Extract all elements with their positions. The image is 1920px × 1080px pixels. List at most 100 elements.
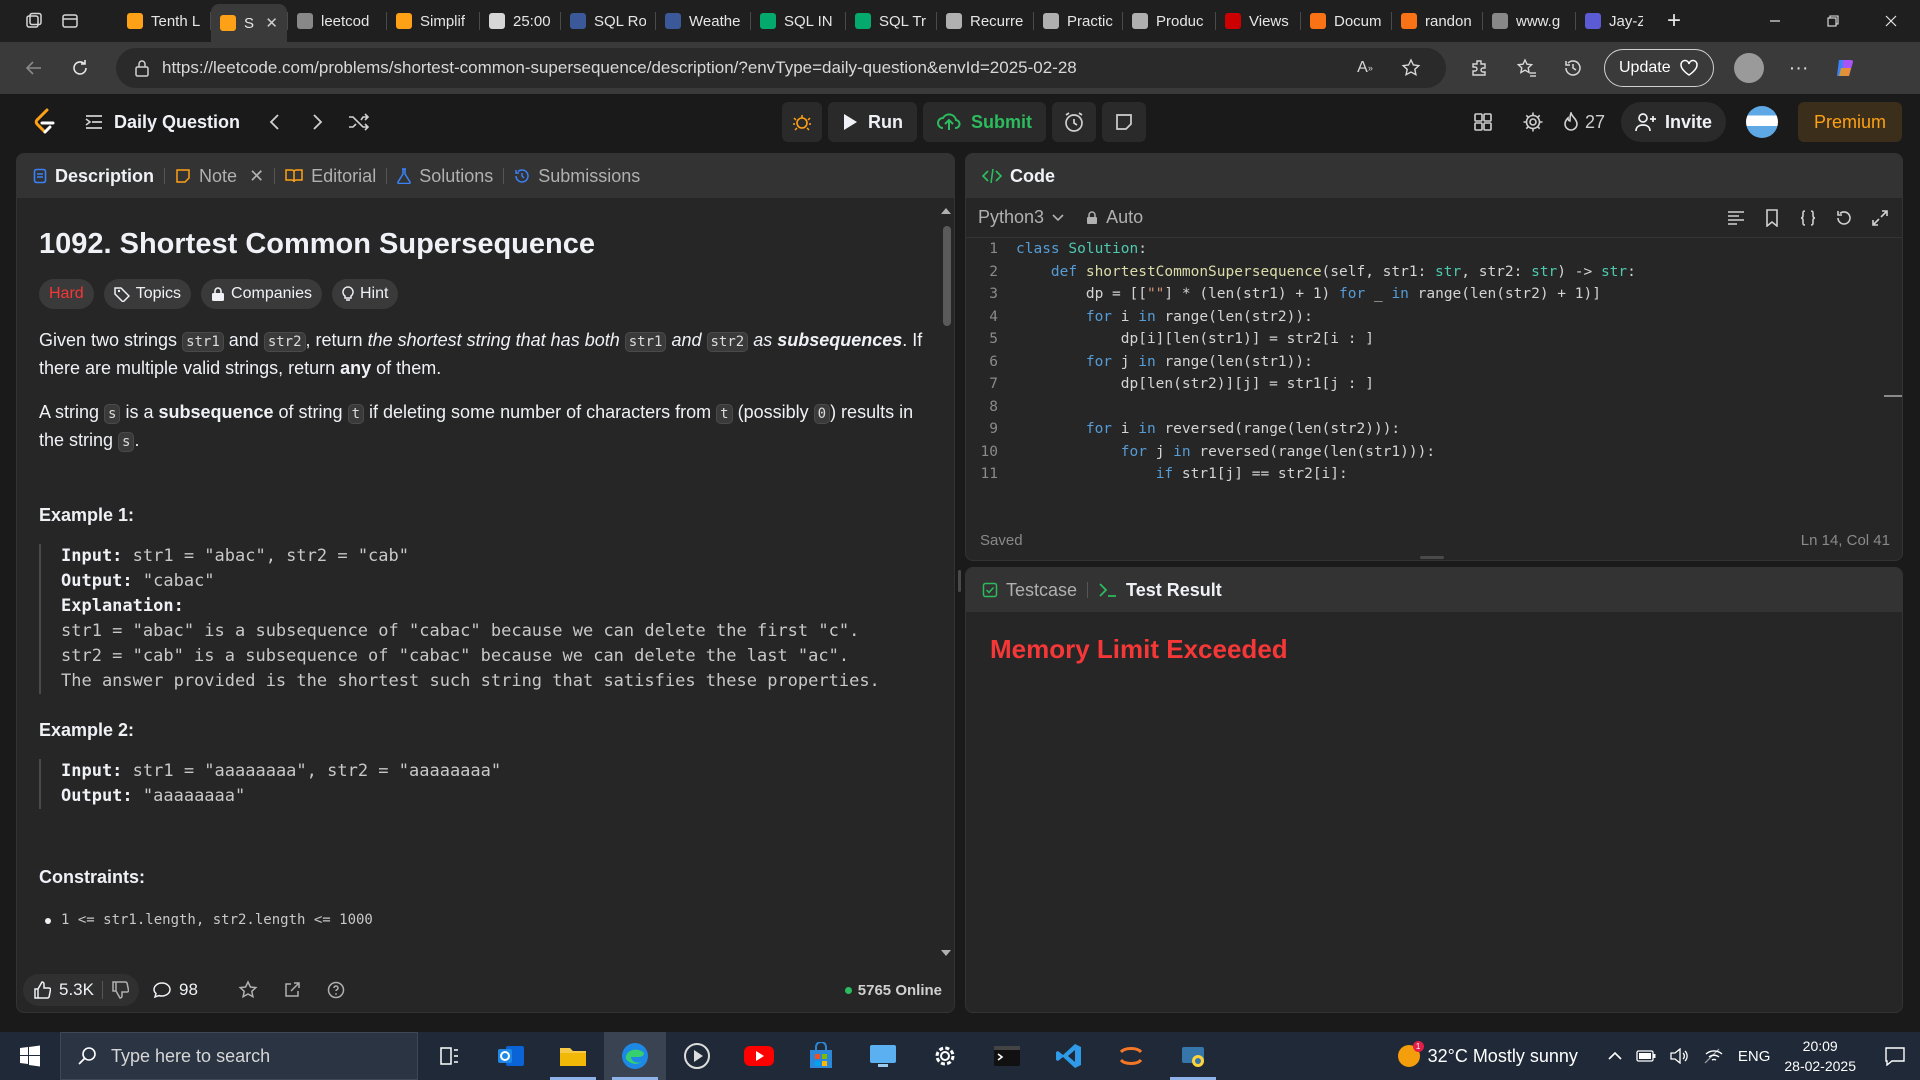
browser-tab[interactable]: randon [1392, 4, 1482, 38]
browser-tab[interactable]: 25:00 - [480, 4, 560, 38]
notifications-icon[interactable] [1884, 1046, 1906, 1066]
url-text[interactable]: https://leetcode.com/problems/shortest-c… [162, 58, 1336, 78]
favorites-icon[interactable] [1510, 51, 1544, 85]
microsoft-store-icon[interactable] [790, 1032, 852, 1080]
close-icon[interactable]: ✕ [249, 166, 264, 187]
more-menu-icon[interactable]: ··· [1782, 51, 1816, 85]
lock-icon[interactable] [134, 59, 150, 77]
layout-grid-icon[interactable] [1463, 102, 1503, 142]
premium-button[interactable]: Premium [1797, 102, 1902, 142]
user-avatar[interactable] [1745, 106, 1778, 138]
companies-tag[interactable]: Companies [201, 279, 322, 309]
code-line[interactable]: 3 dp = [[""] * (len(str1) + 1) for _ in … [966, 283, 1886, 306]
code-editor[interactable]: 1 class Solution: 2 def shortestCommonSupe… [966, 238, 1886, 498]
extensions-icon[interactable] [1462, 51, 1496, 85]
url-field[interactable]: https://leetcode.com/problems/shortest-c… [116, 48, 1446, 88]
restore-button[interactable] [1804, 0, 1862, 42]
taskbar-search-box[interactable]: Type here to search [60, 1032, 418, 1080]
history-icon[interactable] [1556, 51, 1590, 85]
bookmark-icon[interactable] [1760, 206, 1784, 230]
expand-icon[interactable] [1868, 206, 1892, 230]
debugger-button[interactable] [782, 102, 822, 142]
tab-description[interactable]: Description [33, 166, 154, 187]
code-line[interactable]: 6 for j in range(len(str1)): [966, 351, 1886, 374]
tab-submissions[interactable]: Submissions [514, 166, 640, 187]
code-line[interactable]: 9 for i in reversed(range(len(str2))): [966, 418, 1886, 441]
autocomplete-mode[interactable]: Auto [1086, 207, 1143, 228]
browser-tab[interactable]: Sh ✕ [211, 4, 287, 42]
code-line[interactable]: 11 if str1[j] == str2[i]: [966, 463, 1886, 486]
browser-tab[interactable]: SQL IN [751, 4, 845, 38]
close-tab-icon[interactable]: ✕ [265, 14, 278, 32]
run-button[interactable]: Run [828, 102, 917, 142]
browser-tab[interactable]: Weathe [656, 4, 750, 38]
like-button[interactable]: 5.3K [23, 974, 139, 1006]
browser-tab[interactable]: Practic [1034, 4, 1122, 38]
format-code-icon[interactable] [1724, 206, 1748, 230]
tab-actions-icon[interactable] [54, 5, 86, 37]
browser-tab[interactable]: www.g [1483, 4, 1575, 38]
browser-tab[interactable]: Views [1216, 4, 1300, 38]
browser-tab[interactable]: Produc [1123, 4, 1215, 38]
profile-avatar[interactable] [1733, 53, 1764, 83]
edge-browser-icon[interactable] [604, 1032, 666, 1080]
comments-button[interactable]: 98 [153, 980, 198, 1000]
language-indicator[interactable]: ENG [1738, 1048, 1771, 1065]
daily-question-link[interactable]: Daily Question [84, 112, 240, 133]
topics-tag[interactable]: Topics [103, 279, 192, 309]
jupyter-icon[interactable] [1100, 1032, 1162, 1080]
browser-tab[interactable]: Jay-Z - [1576, 4, 1652, 38]
prev-question-button[interactable] [260, 107, 290, 137]
browser-tab[interactable]: leetcod [288, 4, 386, 38]
hint-tag[interactable]: Hint [331, 279, 399, 309]
dislike-button[interactable] [101, 981, 129, 999]
python-icon[interactable] [1162, 1032, 1224, 1080]
code-line[interactable]: 8 [966, 396, 1886, 419]
code-line[interactable]: 5 dp[i][len(str1)] = str2[i : ] [966, 328, 1886, 351]
browser-tab[interactable]: Docum [1301, 4, 1391, 38]
wifi-icon[interactable] [1704, 1048, 1724, 1064]
reset-icon[interactable] [1832, 206, 1856, 230]
tab-editorial[interactable]: Editorial [285, 166, 376, 187]
browser-tab[interactable]: Recurre [937, 4, 1033, 38]
vertical-resize-handle[interactable] [958, 570, 961, 592]
code-line[interactable]: 4 for i in range(len(str2)): [966, 306, 1886, 329]
share-icon[interactable] [274, 970, 310, 1010]
timer-button[interactable] [1052, 102, 1096, 142]
update-button[interactable]: Update [1604, 49, 1714, 87]
minimize-button[interactable] [1746, 0, 1804, 42]
favorite-star-icon[interactable] [1394, 51, 1428, 85]
volume-icon[interactable] [1670, 1048, 1690, 1064]
submit-button[interactable]: Submit [923, 102, 1046, 142]
help-icon[interactable] [318, 970, 354, 1010]
browser-tab[interactable]: Simplif [387, 4, 479, 38]
refresh-button[interactable] [58, 48, 102, 88]
scroll-up-icon[interactable] [938, 206, 954, 216]
terminal-icon[interactable] [976, 1032, 1038, 1080]
back-button[interactable] [12, 48, 56, 88]
code-line[interactable]: 1 class Solution: [966, 238, 1886, 261]
close-window-button[interactable] [1862, 0, 1920, 42]
language-select[interactable]: Python3 [978, 207, 1064, 228]
settings-gear-icon[interactable] [914, 1032, 976, 1080]
youtube-icon[interactable] [728, 1032, 790, 1080]
braces-icon[interactable] [1796, 206, 1820, 230]
media-player-icon[interactable] [666, 1032, 728, 1080]
scrollbar-thumb[interactable] [943, 226, 951, 326]
browser-tab[interactable]: SQL Ro [561, 4, 655, 38]
remote-desktop-icon[interactable] [852, 1032, 914, 1080]
tab-solutions[interactable]: Solutions [397, 166, 493, 187]
code-line[interactable]: 10 for j in reversed(range(len(str1))): [966, 441, 1886, 464]
description-scrollbar[interactable] [938, 206, 954, 958]
scroll-down-icon[interactable] [938, 948, 954, 958]
horizontal-resize-handle[interactable] [1420, 556, 1444, 559]
invite-button[interactable]: Invite [1620, 102, 1726, 142]
leetcode-logo-icon[interactable] [30, 107, 60, 137]
new-tab-button[interactable]: + [1652, 0, 1696, 42]
outlook-icon[interactable] [480, 1032, 542, 1080]
streak-counter[interactable]: 27 [1563, 112, 1605, 133]
read-aloud-icon[interactable]: A» [1348, 51, 1382, 85]
chevron-up-icon[interactable] [1608, 1051, 1622, 1061]
browser-tab[interactable]: SQL Tr [846, 4, 936, 38]
next-question-button[interactable] [302, 107, 332, 137]
